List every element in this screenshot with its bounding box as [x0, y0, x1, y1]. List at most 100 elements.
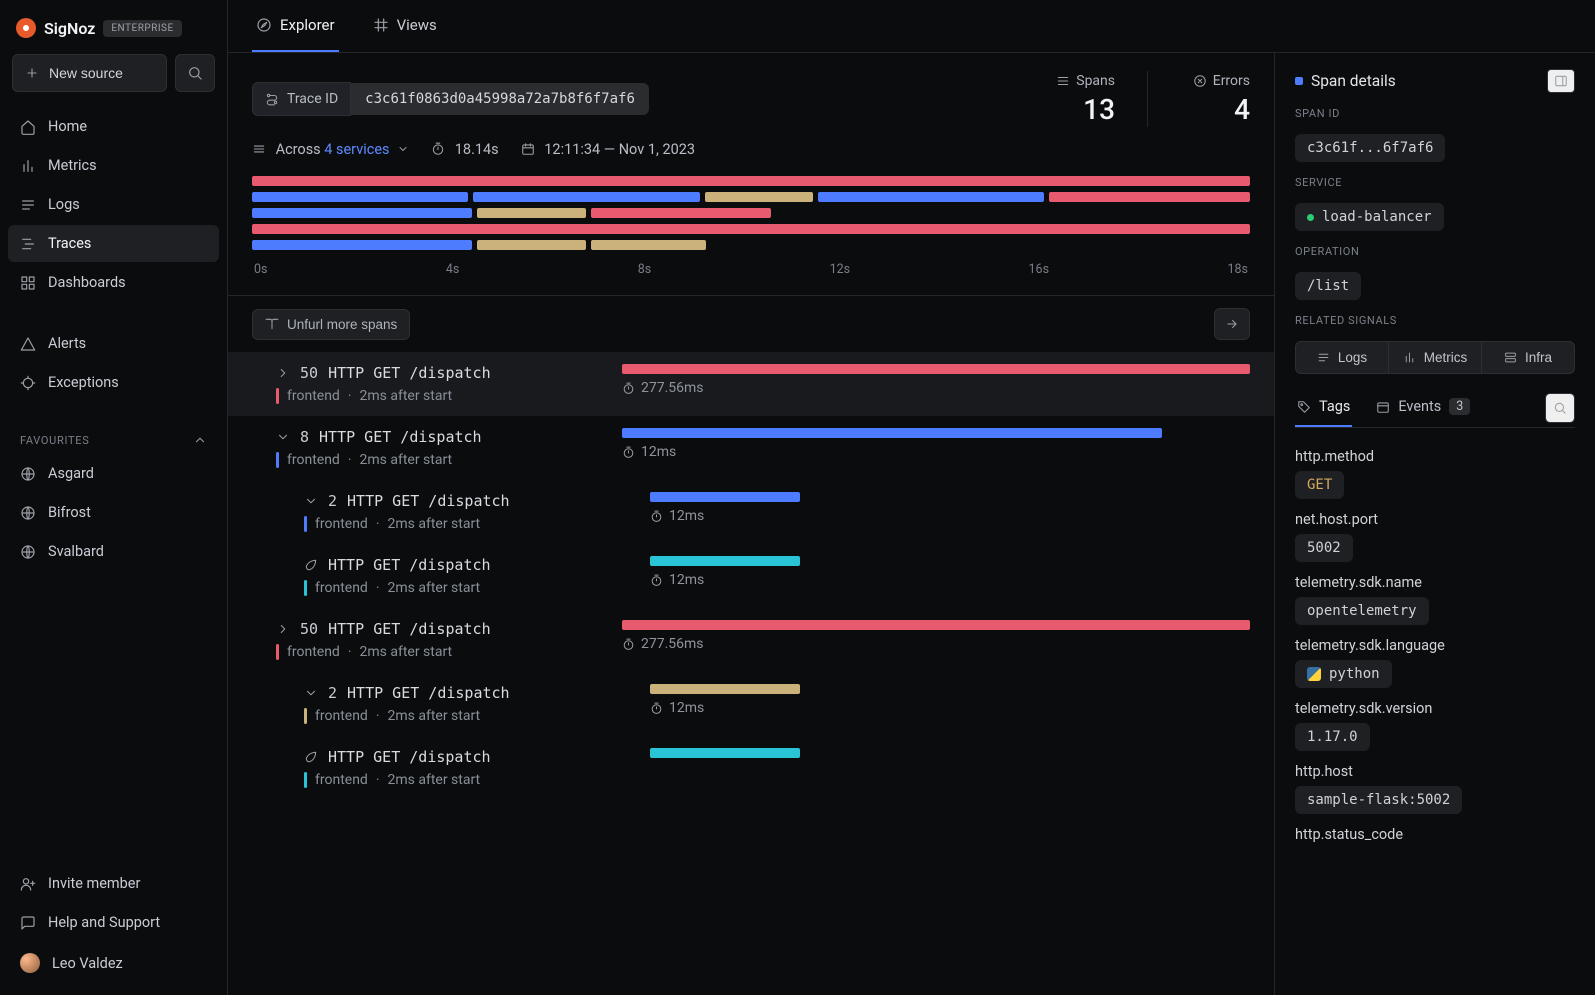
favourites-header[interactable]: FAVOURITES: [8, 425, 219, 455]
span-row[interactable]: HTTP GET /dispatchfrontend·2ms after sta…: [228, 736, 1274, 800]
related-metrics-button[interactable]: Metrics: [1389, 341, 1482, 374]
tab-views[interactable]: Views: [369, 0, 441, 52]
span-duration-text: 12ms: [669, 508, 704, 524]
tag-value[interactable]: 5002: [1295, 534, 1353, 562]
invite-member-button[interactable]: Invite member: [8, 865, 219, 902]
collapse-panel-button[interactable]: [1214, 308, 1250, 340]
span-start-offset: 2ms after start: [360, 452, 453, 468]
favourites-header-label: FAVOURITES: [20, 434, 89, 447]
span-service: frontend: [287, 388, 340, 404]
current-user-button[interactable]: Leo Valdez: [8, 943, 219, 983]
detail-tab-events[interactable]: Events 3: [1374, 388, 1472, 427]
nav-traces-label: Traces: [48, 235, 91, 252]
trace-id-pill[interactable]: Trace ID c3c61f0863d0a45998a72a7b8f6f7af…: [252, 82, 649, 116]
trace-area: Trace ID c3c61f0863d0a45998a72a7b8f6f7af…: [228, 53, 1275, 995]
trace-minimap[interactable]: 0s4s8s12s16s18s: [228, 170, 1274, 283]
tag-value[interactable]: GET: [1295, 471, 1344, 499]
tag-key: telemetry.sdk.language: [1295, 631, 1575, 654]
current-user-label: Leo Valdez: [52, 955, 123, 972]
span-detail-panel: Span details SPAN ID c3c61f...6f7af6 SER…: [1275, 53, 1595, 995]
span-row[interactable]: 50HTTP GET /dispatchfrontend·2ms after s…: [228, 608, 1274, 672]
span-row[interactable]: 50HTTP GET /dispatchfrontend·2ms after s…: [228, 352, 1274, 416]
service-color-bar: [276, 388, 279, 404]
nav-logs-label: Logs: [48, 196, 80, 213]
span-start-offset: 2ms after start: [360, 388, 453, 404]
span-row[interactable]: 8HTTP GET /dispatchfrontend·2ms after st…: [228, 416, 1274, 480]
tag-value[interactable]: sample-flask:5002: [1295, 786, 1462, 814]
chevron-right-icon[interactable]: [276, 622, 290, 636]
span-start-offset: 2ms after start: [360, 644, 453, 660]
panel-layout-toggle-button[interactable]: [1547, 69, 1575, 93]
span-start-offset: 2ms after start: [388, 708, 481, 724]
service-value[interactable]: load-balancer: [1295, 203, 1444, 231]
span-duration-bar: [622, 620, 1250, 630]
fav-asgard[interactable]: Asgard: [8, 455, 219, 492]
fav-bifrost[interactable]: Bifrost: [8, 494, 219, 531]
span-duration-bar: [650, 556, 800, 566]
fav-svalbard[interactable]: Svalbard: [8, 533, 219, 570]
timer-icon: [622, 638, 635, 651]
tag-key: telemetry.sdk.name: [1295, 568, 1575, 591]
span-duration-text: 12ms: [641, 444, 676, 460]
help-support-label: Help and Support: [48, 914, 160, 931]
tag-value[interactable]: python: [1295, 660, 1392, 688]
operation-value[interactable]: /list: [1295, 272, 1361, 300]
chevron-down-icon[interactable]: [304, 494, 318, 508]
new-source-button[interactable]: New source: [12, 54, 167, 92]
span-id-value[interactable]: c3c61f...6f7af6: [1295, 134, 1445, 162]
global-search-button[interactable]: [175, 54, 215, 92]
minimap-segment: [252, 240, 472, 250]
python-icon: [1307, 667, 1321, 681]
nav-dashboards[interactable]: Dashboards: [8, 264, 219, 301]
minimap-axis-tick: 18s: [1227, 262, 1248, 277]
detail-tab-tags[interactable]: Tags: [1295, 388, 1352, 427]
nav-traces[interactable]: Traces: [8, 225, 219, 262]
primary-nav: Home Metrics Logs Traces Dashboards: [8, 108, 219, 301]
minimap-row: [252, 208, 1250, 218]
service-color-bar: [304, 516, 307, 532]
home-icon: [20, 119, 36, 135]
span-row[interactable]: 2HTTP GET /dispatchfrontend·2ms after st…: [228, 480, 1274, 544]
related-infra-button[interactable]: Infra: [1482, 341, 1575, 374]
search-icon: [1553, 401, 1567, 415]
chevron-right-icon[interactable]: [276, 366, 290, 380]
across-services[interactable]: Across 4 services: [252, 141, 409, 158]
unfurl-spans-button[interactable]: Unfurl more spans: [252, 309, 410, 340]
leaf-icon: [304, 558, 318, 572]
tag-key: http.status_code: [1295, 820, 1575, 843]
chevron-down-icon[interactable]: [304, 686, 318, 700]
help-support-button[interactable]: Help and Support: [8, 904, 219, 941]
detail-search-button[interactable]: [1545, 393, 1575, 423]
tag-key: http.host: [1295, 757, 1575, 780]
tab-explorer[interactable]: Explorer: [252, 0, 339, 52]
route-icon: [265, 92, 279, 106]
errors-count: 4: [1234, 93, 1250, 126]
nav-metrics[interactable]: Metrics: [8, 147, 219, 184]
alert-icon: [20, 336, 36, 352]
nav-logs[interactable]: Logs: [8, 186, 219, 223]
book-open-icon: [265, 317, 279, 331]
trace-time-range: 12:11:34 — Nov 1, 2023: [521, 141, 695, 158]
tag-value[interactable]: opentelemetry: [1295, 597, 1429, 625]
fav-bifrost-label: Bifrost: [48, 504, 91, 521]
nav-alerts[interactable]: Alerts: [8, 325, 219, 362]
span-row[interactable]: 2HTTP GET /dispatchfrontend·2ms after st…: [228, 672, 1274, 736]
related-logs-button[interactable]: Logs: [1295, 341, 1389, 374]
error-icon: [1193, 74, 1207, 88]
chevron-down-icon[interactable]: [276, 430, 290, 444]
server-icon: [1504, 351, 1517, 364]
bar-chart-icon: [1403, 351, 1416, 364]
service-color-bar: [304, 708, 307, 724]
tag-value[interactable]: 1.17.0: [1295, 723, 1370, 751]
nav-exceptions[interactable]: Exceptions: [8, 364, 219, 401]
span-start-offset: 2ms after start: [388, 516, 481, 532]
span-child-count: 50: [300, 364, 318, 382]
minimap-row: [252, 224, 1250, 234]
timer-icon: [650, 702, 663, 715]
trace-duration: 18.14s: [431, 141, 499, 158]
chevron-up-icon: [193, 433, 207, 447]
nav-home[interactable]: Home: [8, 108, 219, 145]
span-row[interactable]: HTTP GET /dispatchfrontend·2ms after sta…: [228, 544, 1274, 608]
minimap-segment: [818, 192, 1044, 202]
new-source-label: New source: [49, 65, 123, 81]
